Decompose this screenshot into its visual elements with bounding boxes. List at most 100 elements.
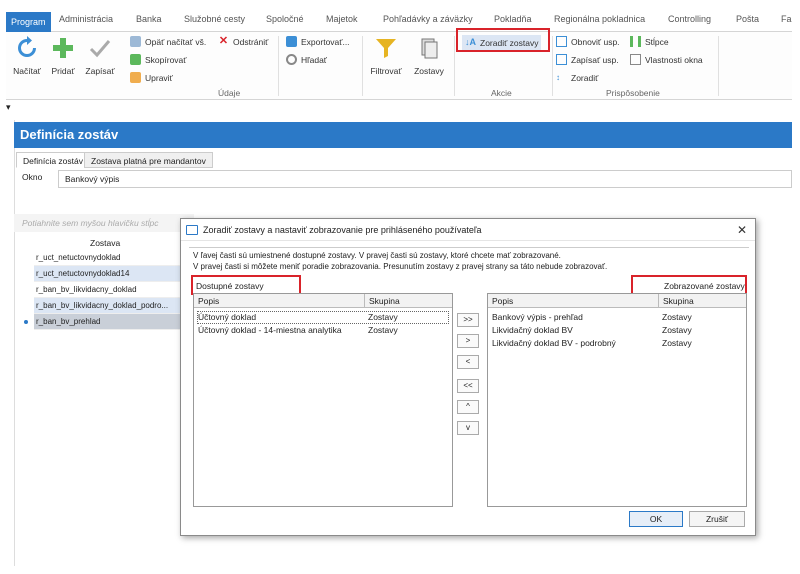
tab-sluzobne-cesty[interactable]: Služobné cesty: [184, 14, 245, 24]
displayed-label: Zobrazované zostavy: [664, 281, 745, 291]
ribbon-separator: [552, 36, 553, 96]
search-icon: [286, 54, 297, 65]
ribbon-separator: [278, 36, 279, 96]
checkmark-icon: [89, 40, 111, 58]
tab-administracia[interactable]: Administrácia: [59, 14, 113, 24]
tab-regionalna-pokladnica[interactable]: Regionálna pokladnica: [554, 14, 645, 24]
list-item[interactable]: r_ban_bv_prehlad: [34, 314, 182, 330]
filter-icon: [376, 39, 396, 58]
copy-icon: [130, 54, 141, 65]
tab-posta[interactable]: Pošta: [736, 14, 759, 24]
ribbon-separator: [362, 36, 363, 96]
displayed-skupina-0: Zostavy: [662, 312, 692, 322]
sort-small-icon: ↕: [556, 73, 560, 82]
obnovit-usp-button[interactable]: Obnoviť usp.: [556, 36, 620, 47]
quick-access-toolbar[interactable]: ▾: [6, 102, 792, 116]
restore-layout-icon: [556, 36, 567, 47]
exportovat-button[interactable]: Exportovať...: [286, 36, 350, 47]
ribbon-tab-bar: Program Administrácia Banka Služobné ces…: [6, 10, 792, 32]
tab-pokladna[interactable]: Pokladňa: [494, 14, 532, 24]
tab-zostava-platna[interactable]: Zostava platná pre mandantov: [84, 152, 213, 168]
available-skupina-1: Zostavy: [368, 325, 398, 335]
export-icon: [286, 36, 297, 47]
zoradit-button[interactable]: ↕ Zoradiť: [556, 72, 598, 83]
displayed-popis-1[interactable]: Likvidačný doklad BV: [492, 324, 573, 337]
list-item[interactable]: r_ban_bv_likvidacny_doklad: [34, 282, 182, 298]
move-all-left-button[interactable]: <<: [457, 379, 479, 393]
col-skupina-header[interactable]: Skupina: [658, 294, 746, 308]
available-popis-1[interactable]: Účtovný doklad - 14-miestna analytika: [198, 324, 342, 337]
plus-icon: [53, 38, 73, 58]
reload-all-icon: [130, 36, 141, 47]
delete-icon: ✕: [218, 35, 229, 47]
zostavy-button[interactable]: Zostavy: [410, 36, 448, 76]
list-item[interactable]: r_uct_netuctovnydoklad: [34, 250, 182, 266]
zapisat-usp-button[interactable]: Zapísať usp.: [556, 54, 619, 65]
group-prisposobenie-label: Prispôsobenie: [606, 88, 660, 98]
skopirovat-button[interactable]: Skopírovať: [130, 54, 186, 65]
tab-more[interactable]: Fa: [781, 14, 792, 24]
ok-button[interactable]: OK: [629, 511, 683, 527]
group-by-hint[interactable]: Potiahnite sem myšou hlavičku stĺpc: [14, 214, 194, 232]
move-right-button[interactable]: >: [457, 334, 479, 348]
tab-controlling[interactable]: Controlling: [668, 14, 711, 24]
move-up-button[interactable]: ^: [457, 400, 479, 414]
col-popis-header[interactable]: Popis: [488, 294, 658, 308]
sort-reports-dialog: Zoradiť zostavy a nastaviť zobrazovanie …: [180, 218, 756, 536]
displayed-list[interactable]: Popis Skupina Bankový výpis - prehľad Zo…: [487, 293, 747, 507]
available-skupina-0: Zostavy: [368, 312, 398, 322]
move-down-button[interactable]: v: [457, 421, 479, 435]
group-udaje-label: Údaje: [218, 88, 241, 98]
displayed-skupina-1: Zostavy: [662, 325, 692, 335]
ribbon: Načítať Pridať Zapísať Opäť načítať vš. …: [6, 28, 792, 100]
tab-program[interactable]: Program: [6, 12, 51, 32]
page-title: Definícia zostáv: [14, 122, 792, 148]
tab-majetok[interactable]: Majetok: [326, 14, 358, 24]
reports-icon: [421, 38, 438, 59]
pridat-button[interactable]: Pridať: [48, 36, 78, 76]
zoradit-zostavy-button[interactable]: ↓A Zoradiť zostavy: [462, 35, 542, 50]
dialog-info: V ľavej časti sú umiestnené dostupné zos…: [189, 247, 749, 271]
column-header-zostava[interactable]: Zostava: [90, 238, 120, 248]
tab-spolocne[interactable]: Spoločné: [266, 14, 304, 24]
close-icon[interactable]: ✕: [737, 223, 747, 237]
info-line-2: V pravej časti si môžete meniť poradie z…: [193, 262, 608, 271]
columns-icon: [630, 36, 641, 47]
displayed-popis-0[interactable]: Bankový výpis - prehľad: [492, 311, 583, 324]
available-list[interactable]: Popis Skupina Účtovný doklad Zostavy Účt…: [193, 293, 453, 507]
col-skupina-header[interactable]: Skupina: [364, 294, 452, 308]
displayed-popis-2[interactable]: Likvidačný doklad BV - podrobný: [492, 337, 616, 350]
displayed-skupina-2: Zostavy: [662, 338, 692, 348]
opat-nacitat-button[interactable]: Opäť načítať vš.: [130, 36, 206, 47]
refresh-icon: [18, 36, 36, 57]
upravit-button[interactable]: Upraviť: [130, 72, 173, 83]
col-popis-header[interactable]: Popis: [194, 294, 364, 308]
dialog-window-icon: [186, 225, 198, 235]
cancel-button[interactable]: Zrušiť: [689, 511, 745, 527]
vlastnosti-okna-button[interactable]: Vlastnosti okna: [630, 54, 703, 65]
available-label: Dostupné zostavy: [196, 281, 264, 291]
dialog-title: Zoradiť zostavy a nastaviť zobrazovanie …: [181, 219, 755, 241]
okno-field[interactable]: Bankový výpis: [58, 170, 792, 188]
window-properties-icon: [630, 54, 641, 65]
nacitat-button[interactable]: Načítať: [10, 36, 44, 76]
list-item[interactable]: r_ban_bv_likvidacny_doklad_podro...: [34, 298, 182, 314]
list-item[interactable]: r_uct_netuctovnydoklad14: [34, 266, 182, 282]
hladat-button[interactable]: Hľadať: [286, 54, 327, 65]
ribbon-separator: [718, 36, 719, 96]
filtrovat-button[interactable]: Filtrovať: [366, 36, 406, 76]
info-line-1: V ľavej časti sú umiestnené dostupné zos…: [193, 251, 561, 260]
sort-icon: ↓A: [465, 37, 476, 47]
save-layout-icon: [556, 54, 567, 65]
group-akcie-label: Akcie: [491, 88, 512, 98]
tab-definicia-zostav[interactable]: Definícia zostáv: [16, 152, 90, 168]
stlpce-button[interactable]: Stĺpce: [630, 36, 669, 47]
edit-icon: [130, 72, 141, 83]
zapisat-button[interactable]: Zapísať: [82, 36, 118, 76]
tab-pohladavky[interactable]: Pohľadávky a záväzky: [383, 14, 473, 24]
move-left-button[interactable]: <: [457, 355, 479, 369]
odstranit-button[interactable]: ✕ Odstrániť: [218, 36, 268, 47]
move-all-right-button[interactable]: >>: [457, 313, 479, 327]
tab-banka[interactable]: Banka: [136, 14, 162, 24]
available-popis-0: Účtovný doklad: [198, 312, 257, 322]
